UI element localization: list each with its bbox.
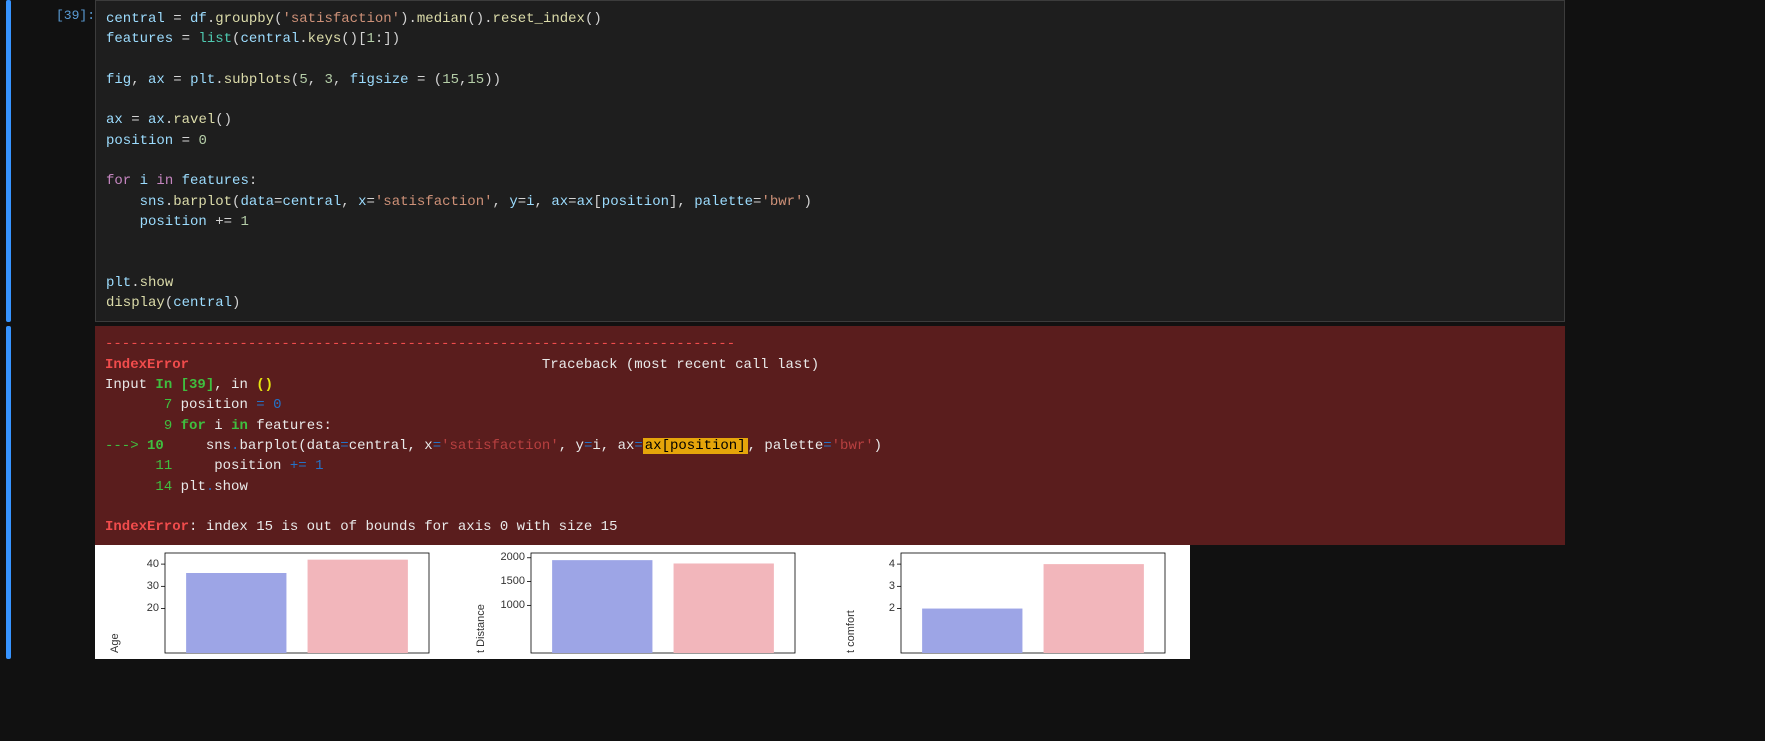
chart-ytick: 30	[125, 580, 159, 592]
error-traceback[interactable]: ----------------------------------------…	[95, 326, 1565, 545]
mini-chart-0: Age 20 30 40	[105, 549, 435, 655]
chart-ytick: 20	[125, 602, 159, 614]
code-cell: [39]: central = df.groupby('satisfaction…	[6, 0, 1765, 322]
chart-ytick: 2000	[491, 551, 525, 563]
chart-ytick: 1000	[491, 599, 525, 611]
mini-chart-1: t Distance 1000 1500 2000	[471, 549, 801, 655]
chart-ytick: 4	[861, 558, 895, 570]
chart-ytick: 3	[861, 580, 895, 592]
chart-ytick: 2	[861, 602, 895, 614]
chart-ylabel: t comfort	[845, 611, 857, 654]
cell-run-indicator	[6, 0, 11, 322]
chart-ytick: 40	[125, 558, 159, 570]
output-run-indicator	[6, 326, 11, 659]
mini-chart-2: t comfort 2 3 4	[841, 549, 1171, 655]
output-gutter	[25, 326, 95, 659]
chart-ytick: 1500	[491, 575, 525, 587]
output-cell: ----------------------------------------…	[6, 326, 1765, 659]
output-charts: Age 20 30 40 t Distance 1000 1500 2000 t comfort…	[95, 545, 1190, 659]
code-editor[interactable]: central = df.groupby('satisfaction').med…	[95, 0, 1565, 322]
cell-exec-count: [39]:	[25, 0, 95, 322]
chart-ylabel: Age	[109, 634, 121, 654]
chart-ylabel: t Distance	[475, 605, 487, 654]
